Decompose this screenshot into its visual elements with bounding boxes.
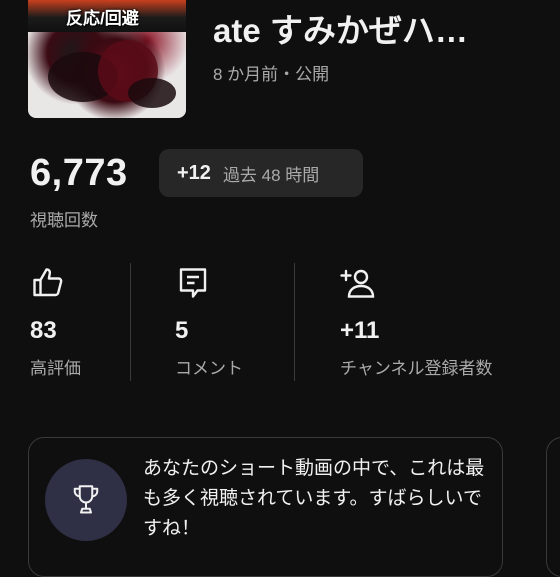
likes-count: 83: [30, 317, 57, 344]
next-insight-card[interactable]: [546, 437, 560, 577]
comment-icon: [179, 268, 207, 298]
trophy-badge: [45, 459, 127, 541]
view-count: 6,773: [30, 152, 128, 194]
stat-comments[interactable]: 5 コメント: [175, 265, 243, 378]
insight-card[interactable]: あなたのショート動画の中で、これは最も多く視聴されています。すばらしいですね！: [28, 437, 503, 577]
recent-views-delta: +12: [177, 161, 211, 184]
comments-count: 5: [175, 317, 189, 344]
thumbnail-shape: [128, 78, 176, 108]
stat-subscribers[interactable]: +11 チャンネル登録者数: [340, 265, 493, 378]
video-thumbnail[interactable]: 反応/回避: [28, 0, 186, 118]
recent-views-period: 過去 48 時間: [222, 165, 320, 185]
trophy-icon: [73, 485, 99, 514]
video-meta: 8 か月前・公開: [213, 65, 330, 84]
view-count-label: 視聴回数: [30, 211, 98, 230]
recent-views-chip[interactable]: +12 過去 48 時間: [159, 149, 363, 197]
subscribers-count: +11: [340, 317, 380, 344]
add-subscriber-icon: [340, 269, 375, 298]
thumbnail-caption: 反応/回避: [66, 9, 139, 28]
subscribers-label: チャンネル登録者数: [340, 359, 493, 378]
insight-text: あなたのショート動画の中で、これは最も多く視聴されています。すばらしいですね！: [143, 458, 485, 539]
stat-likes[interactable]: 83 高評価: [30, 265, 81, 378]
likes-label: 高評価: [30, 359, 81, 378]
thumbs-up-icon: [33, 268, 63, 297]
comments-label: コメント: [175, 359, 243, 378]
stat-divider: [294, 263, 295, 381]
stat-divider: [130, 263, 131, 381]
video-title[interactable]: ate すみかぜハ…: [213, 4, 468, 52]
